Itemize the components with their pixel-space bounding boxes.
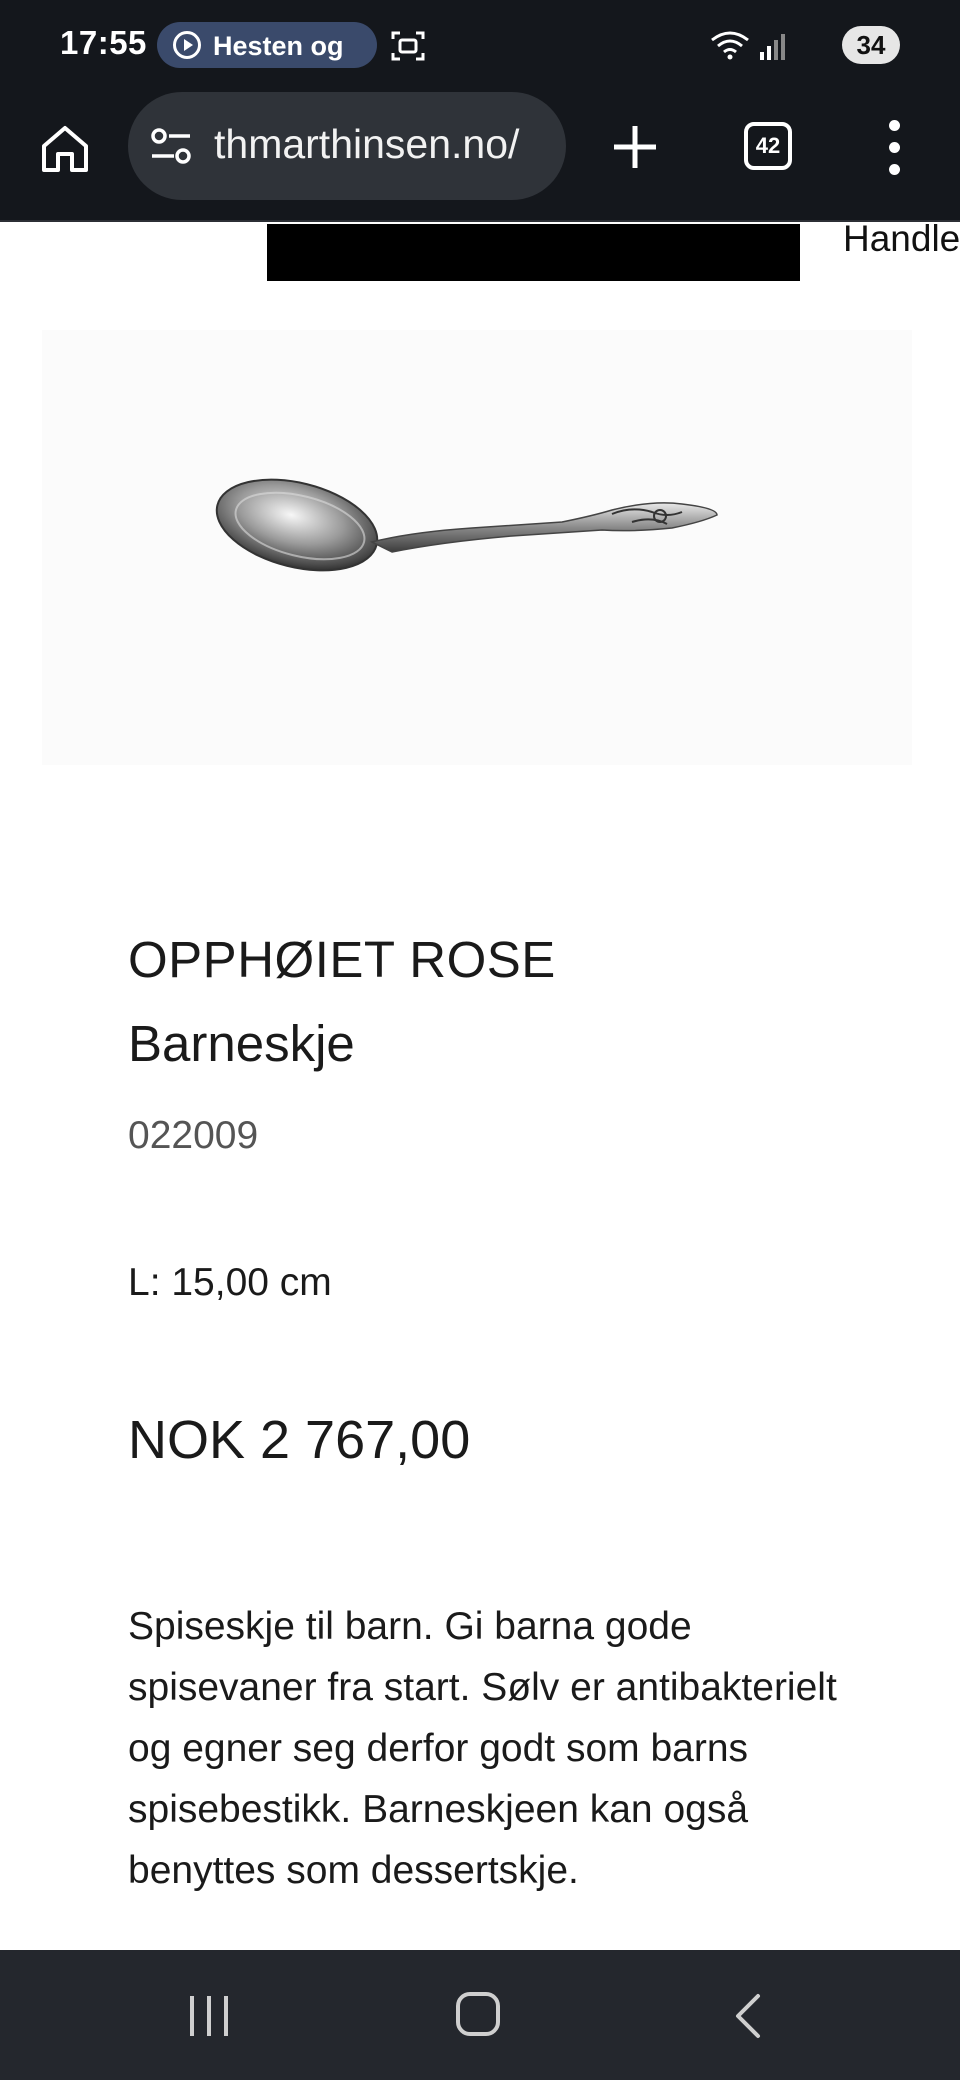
product-title: OPPHØIET ROSE (128, 931, 556, 988)
status-time: 17:55 (60, 24, 147, 61)
address-bar[interactable]: thmarthinsen.no/ (128, 92, 566, 200)
tune-icon[interactable] (150, 126, 192, 166)
signal-icon (760, 34, 785, 60)
plus-icon[interactable] (610, 122, 660, 172)
wifi-icon (711, 31, 749, 60)
recent-apps-icon[interactable] (186, 1994, 232, 2038)
play-circle-icon (173, 31, 201, 59)
web-page: Handle OPPHØIET ROSE Barneskje 022009 L:… (0, 224, 960, 1950)
url-text: thmarthinsen.no/ (214, 121, 520, 167)
screenshot-icon (391, 31, 425, 61)
status-bar: 17:55 Hesten og 34 (0, 0, 960, 92)
system-nav-bar (0, 1950, 960, 2080)
header-banner[interactable] (267, 224, 800, 281)
product-sku: 022009 (128, 1114, 259, 1157)
product-description: Spiseskje til barn. Gi barna gode spisev… (128, 1605, 837, 1892)
product-price: NOK 2 767,00 (128, 1410, 471, 1470)
tab-switcher-button[interactable]: 42 (744, 122, 792, 170)
product-image[interactable] (42, 330, 912, 765)
status-icons: 34 (680, 26, 900, 66)
home-circle-icon[interactable] (456, 1992, 500, 2036)
browser-toolbar: thmarthinsen.no/ 42 (0, 92, 960, 222)
home-icon[interactable] (38, 122, 92, 176)
media-chip-text: Hesten og (213, 31, 344, 61)
product-subtitle: Barneskje (128, 1015, 355, 1072)
back-icon[interactable] (732, 1992, 762, 2040)
media-chip[interactable]: Hesten og (157, 22, 377, 68)
spoon-image (215, 478, 718, 572)
battery-badge: 34 (842, 26, 900, 64)
more-vert-icon[interactable] (880, 118, 910, 178)
nav-link-handle[interactable]: Handle (843, 224, 960, 260)
product-length: L: 15,00 cm (128, 1261, 332, 1304)
